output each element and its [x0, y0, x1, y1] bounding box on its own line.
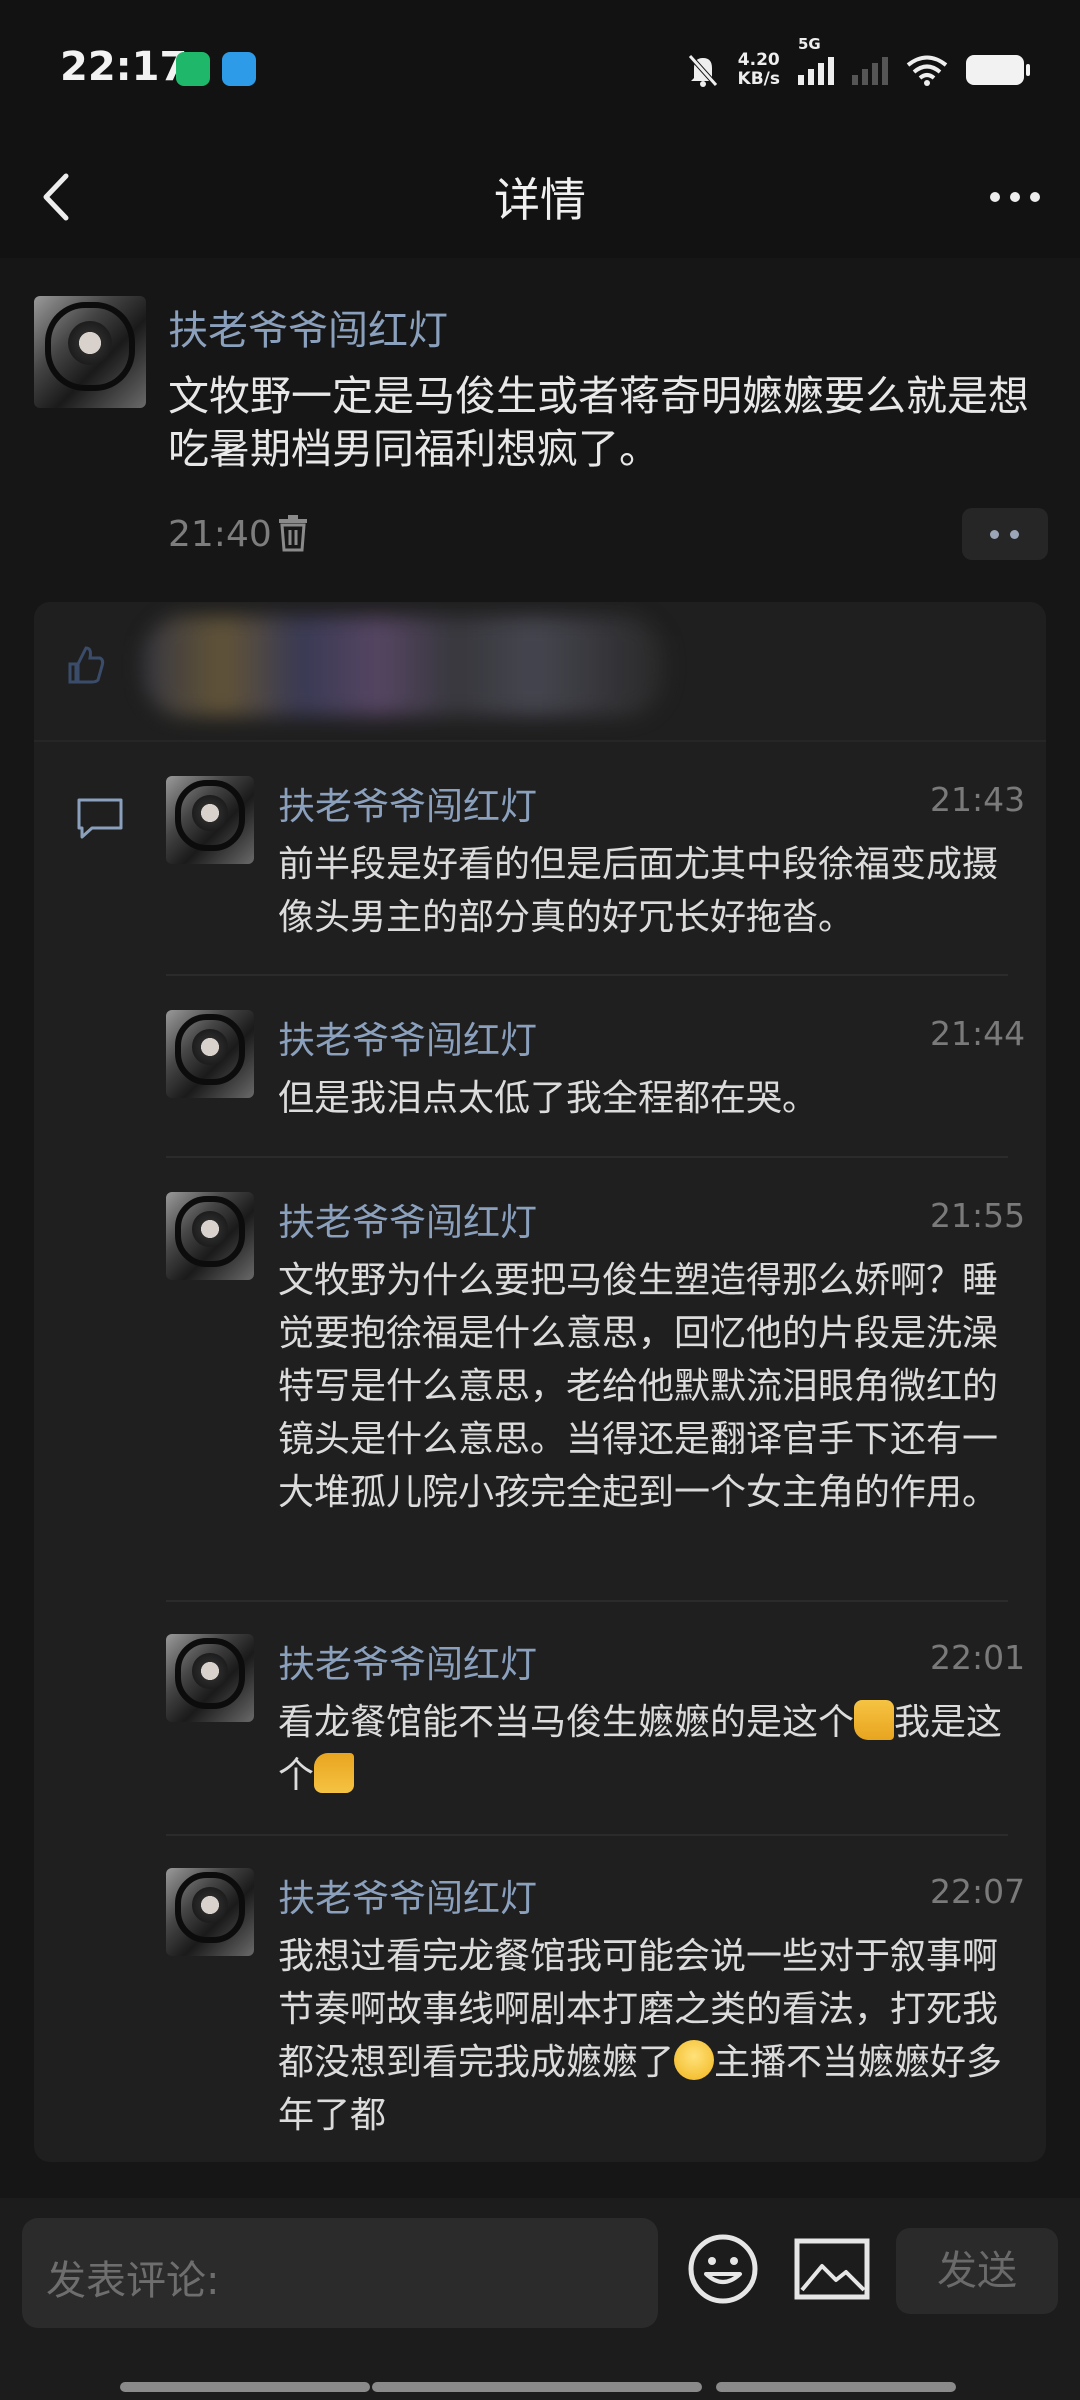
page-title: 详情 — [494, 173, 586, 227]
reply-author[interactable]: 扶老爷爷闯红灯 — [278, 1868, 537, 1922]
divider — [166, 974, 1008, 976]
avatar[interactable] — [166, 1010, 254, 1098]
network-speed-unit: KB/s — [737, 69, 780, 89]
avatar[interactable] — [166, 1868, 254, 1956]
post-time: 21:40 — [168, 514, 272, 555]
dot-icon — [1010, 530, 1019, 539]
top-app-bar: 详情 — [0, 140, 1080, 258]
divider — [166, 1600, 1008, 1602]
more-options-icon[interactable] — [980, 162, 1050, 232]
like-icon[interactable] — [62, 642, 108, 688]
avatar[interactable] — [166, 776, 254, 864]
reply-time: 21:55 — [930, 1196, 1026, 1235]
cellular-signal-2-icon — [852, 55, 888, 85]
reply-text: 前半段是好看的但是后面尤其中段徐福变成摄像头男主的部分真的好冗长好拖沓。 — [278, 844, 999, 938]
post-more-button[interactable] — [962, 508, 1048, 560]
thumbs-down-icon — [314, 1753, 355, 1793]
reply-author[interactable]: 扶老爷爷闯红灯 — [278, 776, 537, 830]
reply-time: 22:07 — [930, 1872, 1026, 1911]
delete-icon[interactable] — [276, 514, 310, 552]
weather-notification-icon — [222, 52, 256, 86]
comment-input[interactable]: 发表评论: — [22, 2218, 658, 2328]
wifi-icon — [906, 55, 948, 86]
divider — [166, 1156, 1008, 1158]
reply-time: 21:43 — [930, 780, 1026, 819]
post-author[interactable]: 扶老爷爷闯红灯 — [168, 298, 448, 356]
reply-text: 我想过看完龙餐馆我可能会说一些对于叙事啊节奏啊故事线啊剧本打磨之类的看法，打死我… — [278, 1930, 1008, 2142]
avatar[interactable] — [166, 1634, 254, 1722]
avatar[interactable] — [34, 296, 146, 408]
status-time: 22:17 — [60, 44, 188, 90]
reply-text: 文牧野为什么要把马俊生塑造得那么娇啊？睡觉要抱徐福是什么意思，回忆他的片段是洗澡… — [278, 1260, 999, 1513]
image-icon[interactable] — [794, 2238, 870, 2300]
mute-bell-icon — [687, 54, 718, 87]
dot-icon — [990, 530, 999, 539]
gesture-bar — [716, 2382, 956, 2392]
post-text: 文牧野一定是马俊生或者蒋奇明嬷嬷要么就是想吃暑期档男同福利想疯了。 — [168, 372, 1029, 473]
liked-by-blurred — [144, 616, 664, 716]
reply-author[interactable]: 扶老爷爷闯红灯 — [278, 1192, 537, 1246]
network-speed-value: 4.20 — [737, 50, 780, 70]
send-button[interactable]: 发送 — [896, 2228, 1058, 2314]
gesture-bar — [120, 2382, 370, 2392]
divider — [166, 1834, 1008, 1836]
gesture-bar — [372, 2382, 702, 2392]
comment-placeholder: 发表评论: — [46, 2258, 220, 2304]
grin-emoji-icon — [674, 2040, 715, 2080]
network-type: 5G — [798, 35, 821, 53]
reply-text: 但是我泪点太低了我全程都在哭。 — [278, 1078, 819, 1119]
reply-text: 看龙餐馆能不当马俊生嬷嬷的是这个 我是这个 — [278, 1696, 1008, 1802]
thumbs-up-icon — [854, 1700, 895, 1740]
cellular-signal-icon: 5G — [798, 35, 834, 85]
network-speed: 4.20 KB/s — [738, 51, 780, 89]
status-bar: 22:17 4.20 KB/s 5G — [0, 0, 1080, 140]
comment-icon — [77, 798, 123, 839]
app-notification-icon — [176, 52, 210, 86]
reply-text-part: 看龙餐馆能不当马俊生嬷嬷的是这个 — [278, 1702, 855, 1743]
status-indicators: 4.20 KB/s 5G — [686, 35, 1030, 94]
battery-icon — [966, 55, 1030, 85]
emoji-icon[interactable] — [686, 2232, 760, 2306]
comment-composer: 发表评论: 发送 — [0, 2198, 1080, 2400]
reply-time: 22:01 — [930, 1638, 1026, 1677]
reply-author[interactable]: 扶老爷爷闯红灯 — [278, 1010, 537, 1064]
avatar[interactable] — [166, 1192, 254, 1280]
reply-author[interactable]: 扶老爷爷闯红灯 — [278, 1634, 537, 1688]
reply-time: 21:44 — [930, 1014, 1026, 1053]
divider — [34, 740, 1046, 742]
